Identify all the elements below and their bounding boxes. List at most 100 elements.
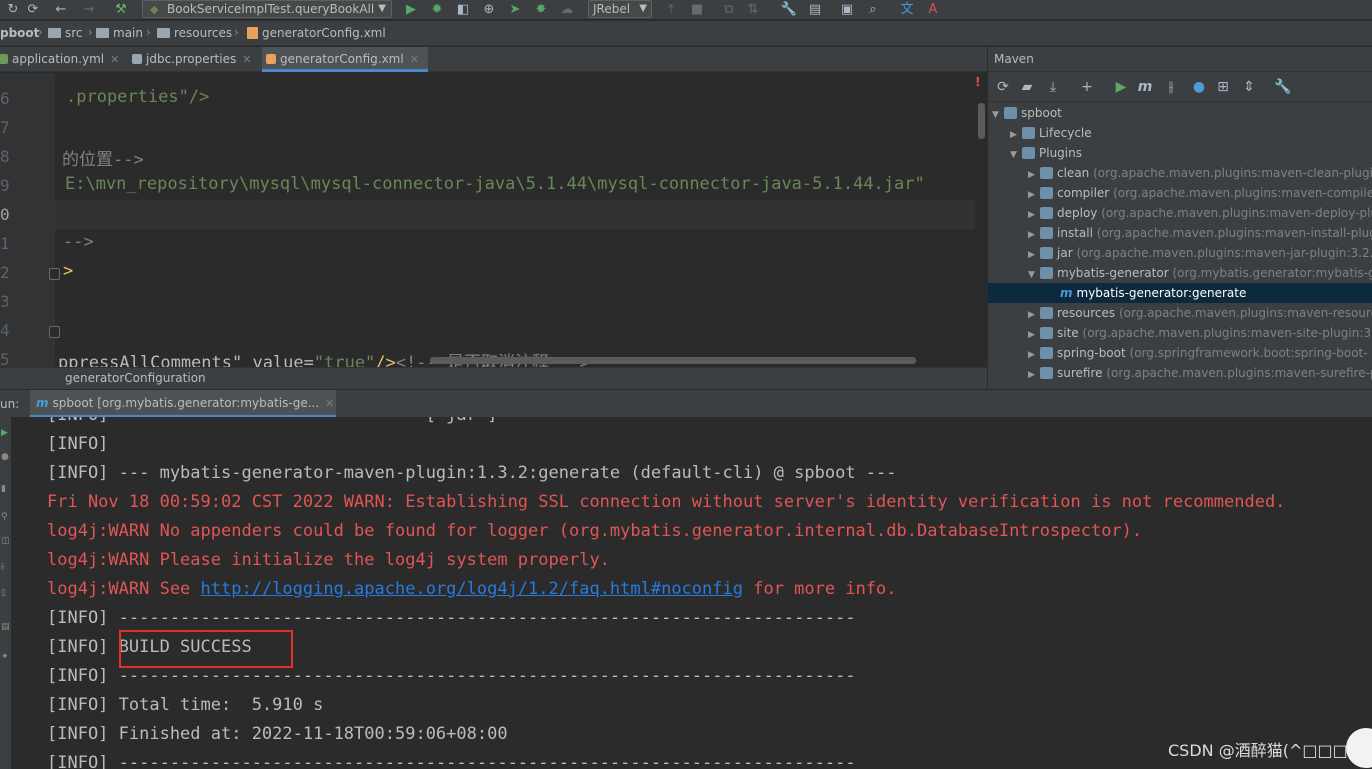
debug-icon[interactable]: ✹	[428, 1, 446, 18]
vertical-scrollbar[interactable]	[978, 103, 985, 139]
toggle-icon[interactable]: ◫	[1, 537, 10, 546]
skip-icon[interactable]: ⫲	[1, 563, 10, 572]
add-icon[interactable]: +	[1078, 78, 1096, 96]
fold-marker-icon[interactable]	[49, 268, 60, 280]
breadcrumb-src[interactable]: src	[48, 26, 83, 40]
run-icon[interactable]: ▶	[1112, 78, 1130, 96]
rerun-icon[interactable]: ▶	[1, 429, 10, 438]
ide-window: ↻ ⟳ ← → ⚒ ◆ BookServiceImplTest.queryBoo…	[0, 0, 1372, 769]
close-icon[interactable]: ✕	[110, 53, 119, 66]
plugin-icon	[1040, 347, 1053, 359]
jrebel-cloud-icon[interactable]: ☁	[558, 1, 576, 18]
console-output[interactable]: [INFO] [ jar ] [INFO] [INFO] --- mybatis…	[12, 417, 1372, 769]
terminal-icon[interactable]: ▣	[838, 1, 856, 18]
tree-node-project[interactable]: ▼ spboot	[992, 103, 1372, 123]
offline-icon[interactable]: ●	[1190, 78, 1208, 96]
code-line-9: E:\mvn_repository\mysql\mysql-connector-…	[65, 174, 925, 194]
settings-wrench-icon[interactable]: 🔧	[780, 1, 798, 18]
back-icon[interactable]: ↻	[4, 1, 22, 18]
run-tab-spboot[interactable]: m spboot [org.mybatis.generator:mybatis-g…	[30, 390, 336, 418]
collapse-all-icon[interactable]: ⇕	[1240, 78, 1258, 96]
close-icon[interactable]: ✕	[325, 397, 334, 410]
tree-node-plugin[interactable]: ▶ site (org.apache.maven.plugins:maven-si…	[1028, 323, 1372, 343]
jrebel-select[interactable]: JRebel ▼	[588, 0, 652, 18]
line-number: 2	[0, 263, 10, 282]
run-icon[interactable]: ▶	[402, 1, 420, 18]
reload-icon[interactable]: ⟳	[994, 78, 1012, 96]
pause-icon[interactable]: ▮	[1, 485, 10, 494]
update-icon[interactable]: ⤒	[662, 1, 680, 18]
project-structure-icon[interactable]: ▤	[806, 1, 824, 18]
breadcrumb-project[interactable]: pboot	[0, 26, 39, 40]
console-line-warn: Fri Nov 18 00:59:02 CST 2022 WARN: Estab…	[47, 492, 1286, 512]
maven-goal-icon[interactable]: m	[1136, 78, 1154, 96]
breadcrumb-main[interactable]: main	[96, 26, 143, 40]
tree-node-plugin[interactable]: ▼ mybatis-generator (org.mybatis.generato…	[1028, 263, 1372, 283]
tree-node-lifecycle[interactable]: ▶ Lifecycle	[1010, 123, 1370, 143]
log4j-faq-link[interactable]: http://logging.apache.org/log4j/1.2/faq.…	[201, 579, 743, 599]
tree-node-plugins[interactable]: ▼ Plugins	[1010, 143, 1370, 163]
plugin-icon	[1040, 247, 1053, 259]
maven-panel-title: Maven	[988, 47, 1372, 72]
sync-icon[interactable]: ⇅	[744, 1, 762, 18]
stop-icon[interactable]: ■	[688, 1, 706, 18]
code-editor[interactable]: 6 7 8 9 0 1 2 3 4 5 .properties"/> 的位置--…	[0, 73, 987, 367]
search-icon[interactable]: ⌕	[864, 1, 882, 18]
jrebel-run-icon[interactable]: ➤	[506, 1, 524, 18]
current-line-highlight	[55, 200, 975, 229]
tree-node-plugin[interactable]: ▶ resources (org.apache.maven.plugins:mav…	[1028, 303, 1372, 323]
tree-node-plugin[interactable]: ▶ surefire (org.apache.maven.plugins:mave…	[1028, 363, 1372, 383]
folder-icon	[1022, 127, 1035, 139]
translate-icon[interactable]: 文	[898, 1, 916, 18]
code-line-11: -->	[63, 232, 94, 252]
jrebel-debug-icon[interactable]: ✸	[532, 1, 550, 18]
tree-node-plugin[interactable]: ▶ install (org.apache.maven.plugins:maven…	[1028, 223, 1372, 243]
tree-node-plugin[interactable]: ▶ jar (org.apache.maven.plugins:maven-jar…	[1028, 243, 1372, 263]
plugin-icon	[1040, 167, 1053, 179]
tree-node-plugin[interactable]: ▶ deploy (org.apache.maven.plugins:maven-…	[1028, 203, 1372, 223]
tree-node-plugin[interactable]: ▶ spring-boot (org.springframework.boot:s…	[1028, 343, 1368, 363]
editor-tabs: application.yml ✕ jdbc.properties ✕ genera…	[0, 47, 987, 72]
layout-icon[interactable]: ▤	[1, 623, 10, 632]
line-number: 1	[0, 234, 10, 253]
tab-application-yml[interactable]: application.yml ✕	[0, 47, 120, 72]
show-dependencies-icon[interactable]: ⊞	[1214, 78, 1232, 96]
pin-icon[interactable]: ✦	[1, 653, 10, 662]
settings-wrench-icon[interactable]: 🔧	[1274, 78, 1292, 96]
translate-alt-icon[interactable]: A	[924, 1, 942, 18]
close-icon[interactable]: ✕	[242, 53, 251, 66]
attach-icon[interactable]: ⧉	[720, 1, 738, 18]
tree-node-goal-selected[interactable]: m mybatis-generator:generate	[988, 283, 1372, 303]
nav-back-icon[interactable]: ←	[52, 1, 70, 18]
breadcrumb-resources[interactable]: resources	[157, 26, 232, 40]
dump-icon[interactable]: ▯	[1, 589, 10, 598]
stop-icon[interactable]: ●	[1, 453, 10, 462]
xml-file-icon	[247, 27, 258, 39]
horizontal-scrollbar[interactable]	[430, 357, 916, 364]
build-hammer-icon[interactable]: ⚒	[112, 1, 130, 18]
jrebel-label: JRebel	[593, 2, 631, 16]
tab-jdbc-properties[interactable]: jdbc.properties ✕	[128, 47, 262, 72]
skip-tests-icon[interactable]: ⫲	[1162, 78, 1180, 96]
maven-goal-icon: m	[36, 396, 49, 410]
fold-marker-icon[interactable]	[49, 326, 60, 338]
coverage-icon[interactable]: ◧	[454, 1, 472, 18]
refresh-icon[interactable]: ⟳	[24, 1, 42, 18]
generate-sources-icon[interactable]: ▰	[1018, 78, 1036, 96]
folder-icon	[48, 28, 61, 38]
tab-generatorconfig-xml[interactable]: generatorConfig.xml ✕	[262, 47, 428, 72]
tree-node-plugin[interactable]: ▶ clean (org.apache.maven.plugins:maven-c…	[1028, 163, 1372, 183]
error-indicator-icon[interactable]: !	[975, 75, 980, 89]
run-tool-header: un: m spboot [org.mybatis.generator:mybat…	[0, 389, 1372, 418]
nav-forward-icon[interactable]: →	[80, 1, 98, 18]
close-icon[interactable]: ✕	[410, 53, 419, 66]
folder-icon	[1022, 147, 1035, 159]
profile-icon[interactable]: ⊕	[480, 1, 498, 18]
tree-node-plugin[interactable]: ▶ compiler (org.apache.maven.plugins:mave…	[1028, 183, 1372, 203]
run-configuration-select[interactable]: ◆ BookServiceImplTest.queryBookAll ▼	[142, 0, 392, 18]
breadcrumb-file[interactable]: generatorConfig.xml	[247, 26, 386, 40]
build-success-highlight	[119, 630, 293, 668]
xml-breadcrumb[interactable]: generatorConfiguration	[0, 367, 987, 389]
filter-icon[interactable]: ⚲	[1, 513, 10, 522]
download-icon[interactable]: ⤓	[1044, 78, 1062, 96]
